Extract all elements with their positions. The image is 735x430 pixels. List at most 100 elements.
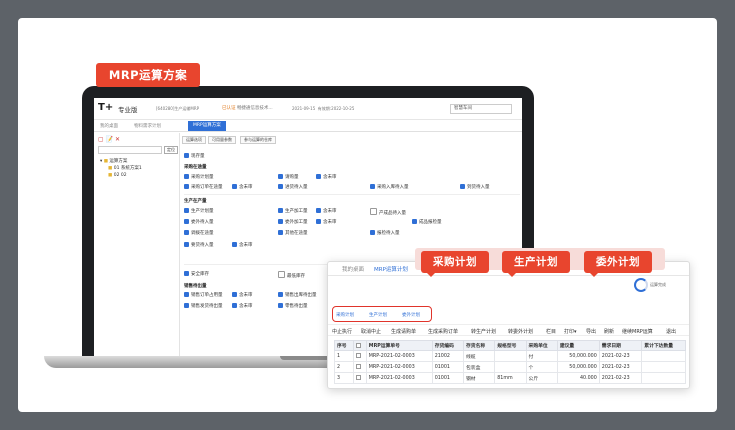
cancel-stop-button[interactable]: 取消中止 [361,328,381,335]
left-toolbar[interactable]: ▢ 📝 ✕ [98,136,120,143]
cb-unaudited-5[interactable]: 含未审 [232,242,253,248]
cb-min-stock[interactable]: 最低库存 [278,271,305,279]
mrp-plan-panel: 我的桌面 MRP运算计划 × 运算完成 采购计划 生产计划 委外计划 中止执行 … [327,261,690,389]
workshop-search[interactable]: 智慧车间 [450,104,512,114]
to-production-button[interactable]: 转生产计划 [471,328,496,335]
to-outsource-button[interactable]: 转委外计划 [508,328,533,335]
cb-finished[interactable]: 产成品待入量 [370,208,406,216]
cb-production-plan[interactable]: 生产计划量 [184,208,214,214]
row-checkbox[interactable] [355,364,361,369]
table-row[interactable]: 1 MRP-2021-02-0003 21002 线缆 付 50,000.000 20… [334,350,686,362]
mrp-badge: MRP运算方案 [96,63,200,87]
tree-item[interactable]: ■ 01 系统方案1 [100,165,142,172]
print-button[interactable]: 打印▾ [564,328,577,335]
col-code[interactable]: 存货编码 [431,340,464,351]
panel-toolbar: 中止执行 取消中止 生成请购单 生成采购订单 转生产计划 转委外计划 栏目 打印… [328,324,689,336]
cb-purchase-order[interactable]: 采购订单在途量 [184,184,223,190]
cb-unaudited-3[interactable]: 含未审 [316,208,337,214]
date: 2021-09-15 [292,106,316,111]
subtab-options[interactable]: 运算选项 [182,136,206,144]
export-button[interactable]: 导出 [586,328,596,335]
cb-production-order[interactable]: 生产加工量 [278,208,308,214]
cb-outsource[interactable]: 委外待入量 [184,219,214,225]
cb-request[interactable]: 请购量 [278,174,299,180]
tree-root[interactable]: ▾ ■ 运算方案 [100,158,142,165]
tab-mrp-plan[interactable]: MRP运算计划 [374,265,408,273]
continue-mrp-button[interactable]: 继续MRP运算 [622,328,653,335]
tree-item[interactable]: ■ 02 02 [100,172,142,179]
table-row[interactable]: 2 MRP-2021-02-0003 01001 包装盒 个 50,000.000 2… [334,361,686,373]
cb-demand[interactable]: 要货待入量 [184,242,214,248]
callout-outsource-plan: 委外计划 [584,251,652,277]
progress-text: 运算完成 [650,282,666,287]
cb-sales-order[interactable]: 销售订单占用量 [184,292,223,298]
subtab-params[interactable]: 可用量参数 [208,136,236,144]
tab-production-plan[interactable]: 生产计划 [369,312,387,318]
gen-request-button[interactable]: 生成请购单 [391,328,416,335]
col-qty[interactable]: 建议量 [556,340,600,351]
cb-unaudited-6[interactable]: 含未审 [232,292,253,298]
table-header: 序号 MRP运算单号 存货编码 存货名称 规格型号 采购单位 建议量 需求日期 … [334,340,686,351]
select-all-checkbox[interactable] [355,342,361,348]
col-released[interactable]: 累计下达数量 [641,340,686,351]
tab-home[interactable]: 我的桌面 [100,123,118,129]
col-check[interactable] [352,340,367,351]
dates: 2021-09-15 有效期:2022-10-25 [292,106,354,112]
cb-transfer[interactable]: 调拨在途量 [184,230,214,236]
cb-arrival[interactable]: 到货待入量 [460,184,490,190]
plan-type-tabs: 采购计划 生产计划 委外计划 [332,306,432,322]
callout-production-plan: 生产计划 [502,251,570,277]
col-order-no[interactable]: MRP运算单号 [365,340,433,351]
scheme-tree: ▾ ■ 运算方案 ■ 01 系统方案1 ■ 02 02 [100,158,142,179]
gen-po-button[interactable]: 生成采购订单 [428,328,458,335]
cb-unaudited-4[interactable]: 含未审 [316,219,337,225]
tree-search-input[interactable] [98,146,162,154]
col-unit[interactable]: 采购单位 [525,340,558,351]
row-checkbox[interactable] [355,375,361,380]
cb-unaudited[interactable]: 含未审 [316,174,337,180]
canvas: MRP运算方案 T+ 专业版 [640280]生产运输MRP 已认证 畅捷通信息… [18,18,717,412]
cb-unaudited-7[interactable]: 含未审 [232,303,253,309]
subtab-warehouse[interactable]: 参与运算的仓库 [240,136,276,144]
tab-material[interactable]: 物料需求计划 [134,123,161,129]
row-checkbox[interactable] [355,353,361,358]
sec-sales: 销售待出量 [184,284,207,289]
cb-purchase-inbound[interactable]: 采购入库待入量 [370,184,409,190]
cert-company: 畅捷通信息技术... [236,106,273,111]
exit-button[interactable]: 退出 [666,328,676,335]
cb-sales-out[interactable]: 销售出库待出量 [278,292,317,298]
progress-ring-icon [634,278,648,292]
cert-label: 已认证 [222,106,236,111]
cb-unaudited-2[interactable]: 含未审 [232,184,253,190]
screen-tabs: 我的桌面 物料需求计划 MRP运算方案 [94,120,522,132]
cb-stock[interactable]: 现存量 [184,153,205,159]
app-logo: T+ [98,102,114,113]
cb-safety[interactable]: 安全库存 [184,271,209,277]
sec-purchase: 采购在途量 [184,165,207,170]
col-date[interactable]: 需求日期 [598,340,643,351]
cb-finished-check[interactable]: 成品报检量 [412,219,442,225]
cb-outsource-order[interactable]: 委外加工量 [278,219,308,225]
col-index[interactable]: 序号 [334,340,354,351]
sec-production: 生产在产量 [184,199,207,204]
cb-retail[interactable]: 零售待出量 [278,303,308,309]
cert-badge: 已认证 畅捷通信息技术... [222,105,273,111]
columns-button[interactable]: 栏目 [546,328,556,335]
app-edition: 专业版 [118,106,138,114]
tab-home[interactable]: 我的桌面 [342,265,364,273]
table-row[interactable]: 3 MRP-2021-02-0003 01001 钢材 81mm 公斤 40.000 2… [334,372,686,384]
tab-purchase-plan[interactable]: 采购计划 [336,312,354,318]
cb-arrival-return[interactable]: 报检待入量 [370,230,400,236]
stop-button[interactable]: 中止执行 [332,328,352,335]
cb-other-inbound[interactable]: 其他在途量 [278,230,308,236]
cb-inbound[interactable]: 进货待入量 [278,184,308,190]
locate-button[interactable]: 定位 [164,146,178,154]
callout-purchase-plan: 采购计划 [421,251,489,277]
refresh-button[interactable]: 刷新 [604,328,614,335]
tab-outsource-plan[interactable]: 委外计划 [402,312,420,318]
cb-sales-ship[interactable]: 销售发货待出量 [184,303,223,309]
tab-mrp-scheme[interactable]: MRP运算方案 [188,121,226,131]
cb-purchase-plan[interactable]: 采购计划量 [184,174,214,180]
col-name[interactable]: 存货名称 [462,340,496,351]
col-spec[interactable]: 规格型号 [494,340,527,351]
